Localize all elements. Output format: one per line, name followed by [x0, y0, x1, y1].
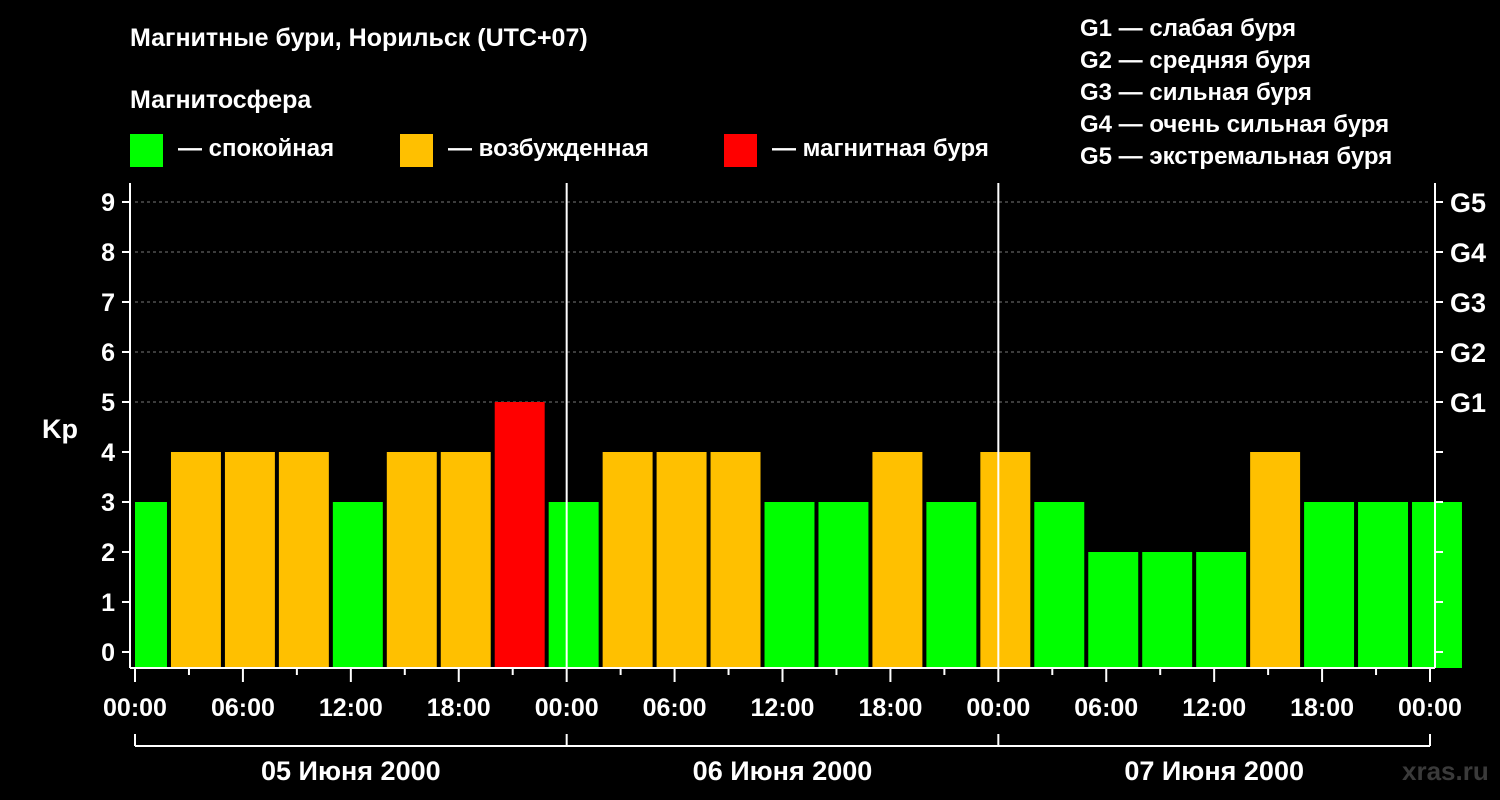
x-tick-label: 06:00 — [1074, 694, 1138, 722]
kp-bar — [710, 452, 761, 668]
g-level-label: G5 — [1450, 188, 1486, 218]
kp-bar — [224, 452, 275, 668]
g-level-label: G2 — [1450, 338, 1486, 368]
kp-bar — [1034, 502, 1085, 668]
g-level-label: G4 — [1450, 238, 1486, 268]
y-tick-label: 3 — [101, 489, 115, 517]
y-tick-label: 8 — [101, 239, 115, 267]
kp-bar — [494, 402, 545, 668]
x-tick-label: 00:00 — [535, 694, 599, 722]
kp-bar — [764, 502, 815, 668]
y-tick-label: 0 — [101, 639, 115, 667]
kp-bar — [872, 452, 923, 668]
x-tick-label: 06:00 — [643, 694, 707, 722]
kp-bar — [980, 452, 1031, 668]
kp-bar — [1142, 552, 1193, 668]
g-level-label: G1 — [1450, 388, 1486, 418]
kp-bar — [1304, 502, 1355, 668]
x-tick-label: 12:00 — [319, 694, 383, 722]
x-tick-label: 12:00 — [1182, 694, 1246, 722]
y-tick-label: 7 — [101, 289, 115, 317]
kp-bar — [278, 452, 329, 668]
day-label: 07 Июня 2000 — [1124, 756, 1304, 786]
x-tick-label: 18:00 — [858, 694, 922, 722]
y-tick-label: 6 — [101, 339, 115, 367]
kp-bar — [656, 452, 707, 668]
kp-bar — [135, 502, 167, 668]
kp-bar — [1088, 552, 1139, 668]
kp-bar — [386, 452, 437, 668]
x-tick-label: 18:00 — [427, 694, 491, 722]
kp-bar — [1412, 502, 1462, 668]
x-tick-label: 12:00 — [751, 694, 815, 722]
kp-bar — [1196, 552, 1247, 668]
kp-bar — [602, 452, 653, 668]
site-watermark: xras.ru — [1402, 756, 1489, 786]
x-tick-label: 18:00 — [1290, 694, 1354, 722]
y-tick-label: 1 — [101, 589, 115, 617]
kp-bar — [440, 452, 491, 668]
y-tick-label: 4 — [101, 439, 115, 467]
kp-bar — [1250, 452, 1301, 668]
kp-bar — [926, 502, 977, 668]
x-tick-label: 00:00 — [966, 694, 1030, 722]
day-label: 05 Июня 2000 — [261, 756, 441, 786]
kp-bar — [332, 502, 383, 668]
kp-bar — [1358, 502, 1409, 668]
kp-chart: 0 1 2 3 4 5 6 7 8 9 Kp G1 G2 G3 G4 G5 00:00 06:00 12:00 18:… — [42, 183, 1486, 786]
y-tick-label: 2 — [101, 539, 115, 567]
kp-bar — [170, 452, 221, 668]
kp-bar — [818, 502, 869, 668]
g-level-label: G3 — [1450, 288, 1486, 318]
y-tick-label: 5 — [101, 389, 115, 417]
kp-bar — [548, 502, 599, 668]
y-axis-label: Kp — [42, 414, 78, 444]
y-tick-label: 9 — [101, 189, 115, 217]
x-tick-label: 06:00 — [211, 694, 275, 722]
day-label: 06 Июня 2000 — [693, 756, 873, 786]
x-tick-label: 00:00 — [103, 694, 167, 722]
x-tick-label: 00:00 — [1398, 694, 1462, 722]
